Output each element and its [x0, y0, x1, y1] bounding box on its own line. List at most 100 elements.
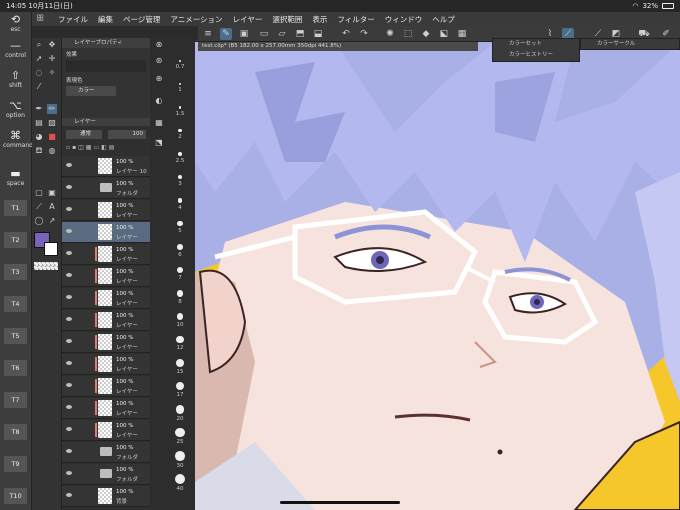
drawing-canvas[interactable] [195, 42, 680, 510]
layer-row[interactable]: 100 % レイヤー [62, 310, 150, 331]
menu-file[interactable]: ファイル [58, 14, 88, 25]
t4-key[interactable]: T4 [4, 296, 27, 312]
lasso-icon[interactable]: ◌ [34, 68, 44, 78]
visibility-eye-icon[interactable] [66, 207, 72, 211]
t10-key[interactable]: T10 [4, 488, 27, 504]
blend-mode-select[interactable]: 通常 [66, 130, 102, 139]
visibility-eye-icon[interactable] [66, 339, 72, 343]
brush-size-dot[interactable] [175, 428, 185, 438]
gradient-icon[interactable]: ◍ [47, 146, 57, 156]
new-file-icon[interactable]: ▭ [258, 28, 270, 40]
brush-size-dot[interactable] [176, 267, 184, 274]
color-mode-select[interactable]: カラー [66, 86, 116, 96]
effect-buttons[interactable] [66, 60, 146, 72]
layer-row[interactable]: 100 % レイヤー [62, 288, 150, 309]
menu-window[interactable]: ウィンドウ [385, 14, 423, 25]
frame-icon[interactable]: ▣ [47, 188, 57, 198]
panel-icon-1[interactable]: ⊛ [154, 56, 164, 66]
decoration-icon[interactable]: ■ [47, 132, 57, 142]
menu-help[interactable]: ヘルプ [432, 14, 455, 25]
open-file-icon[interactable]: ▱ [276, 28, 288, 40]
command-button[interactable]: ⌘ command [3, 130, 33, 150]
move-icon[interactable]: ✥ [47, 40, 57, 50]
t3-key[interactable]: T3 [4, 264, 27, 280]
ruler-tool-icon[interactable]: ⟋ [34, 202, 44, 212]
t2-key[interactable]: T2 [4, 232, 27, 248]
control-button[interactable]: — control [3, 40, 28, 60]
layer-row[interactable]: 100 % フォルダ [62, 464, 150, 485]
menu-edit[interactable]: 編集 [98, 14, 113, 25]
visibility-eye-icon[interactable] [66, 273, 72, 277]
t9-key[interactable]: T9 [4, 456, 27, 472]
brush-size-dot[interactable] [176, 336, 184, 344]
t6-key[interactable]: T6 [4, 360, 27, 376]
transparent-color-swatch[interactable] [34, 262, 58, 270]
panel-icon-5[interactable]: ⬔ [154, 138, 164, 148]
menu-page[interactable]: ページ管理 [123, 14, 160, 25]
option-button[interactable]: ⌥ option [3, 100, 28, 120]
menu-selection[interactable]: 選択範囲 [272, 14, 302, 25]
visibility-eye-icon[interactable] [66, 471, 72, 475]
t8-key[interactable]: T8 [4, 424, 27, 440]
visibility-eye-icon[interactable] [66, 185, 72, 189]
visibility-eye-icon[interactable] [66, 383, 72, 387]
panel-icon-2[interactable]: ⊕ [154, 74, 164, 84]
document-tab[interactable]: test.clip* (B5 182.00 x 257.00mm 350dpi … [198, 42, 478, 51]
pen-tool-icon[interactable]: ✎ [220, 28, 232, 40]
t1-key[interactable]: T1 [4, 200, 27, 216]
eraser-icon[interactable]: ▧ [47, 118, 57, 128]
layer-row[interactable]: 100 % フォルダ [62, 178, 150, 199]
menu-icon[interactable]: ≡ [202, 28, 214, 40]
selection-icon[interactable]: ⬕ [438, 28, 450, 40]
gallery-icon[interactable]: ▣ [238, 28, 250, 40]
visibility-eye-icon[interactable] [66, 163, 72, 167]
color-set-tab[interactable]: カラーセット [493, 39, 579, 50]
visibility-eye-icon[interactable] [66, 361, 72, 365]
layer-row[interactable]: 100 % レイヤー [62, 420, 150, 441]
panel-icon-4[interactable]: ▦ [154, 118, 164, 128]
layer-row[interactable]: 100 % レイヤー [62, 332, 150, 353]
menu-layer[interactable]: レイヤー [233, 14, 263, 25]
t5-key[interactable]: T5 [4, 328, 27, 344]
menu-view[interactable]: 表示 [312, 14, 327, 25]
shape-icon[interactable]: ▦ [456, 28, 468, 40]
brush-size-dot[interactable] [178, 106, 182, 109]
layer-row[interactable]: 100 % レイヤー [62, 244, 150, 265]
color-history-tab[interactable]: カラーヒストリー [493, 50, 579, 61]
opacity-slider[interactable]: 100 [108, 130, 146, 139]
brush-size-dot[interactable] [174, 474, 186, 485]
export-icon[interactable]: ⬓ [312, 28, 324, 40]
settings-icon[interactable]: ✺ [384, 28, 396, 40]
operation-icon[interactable]: ➚ [34, 54, 44, 64]
brush-icon[interactable]: ✏ [47, 104, 57, 114]
save-icon[interactable]: ⬒ [294, 28, 306, 40]
brush-size-dot[interactable] [176, 359, 184, 367]
layer-row[interactable]: 100 % レイヤー 10 [62, 156, 150, 177]
eyedropper-icon[interactable]: ⁄ [34, 82, 44, 92]
blend-icon[interactable]: ◕ [34, 132, 44, 142]
fill-tool-icon[interactable]: ⛾ [34, 146, 44, 156]
menu-animation[interactable]: アニメーション [170, 14, 222, 25]
fill-icon[interactable]: ◆ [420, 28, 432, 40]
space-button[interactable]: ▬ space [3, 168, 28, 188]
layer-row[interactable]: 100 % 背景 [62, 486, 150, 507]
brush-size-dot[interactable] [175, 451, 185, 461]
sub-color-swatch[interactable] [44, 242, 58, 256]
brush-size-dot[interactable] [178, 83, 182, 86]
esc-button[interactable]: ⟲ esc [3, 14, 28, 34]
layer-row[interactable]: 100 % フォルダ [62, 442, 150, 463]
app-logo-icon[interactable]: ꕥ [36, 14, 48, 24]
visibility-eye-icon[interactable] [66, 229, 72, 233]
airbrush-icon[interactable]: ▤ [34, 118, 44, 128]
figure-icon[interactable]: ▢ [34, 188, 44, 198]
visibility-eye-icon[interactable] [66, 493, 72, 497]
layer-row[interactable]: 100 % レイヤー [62, 354, 150, 375]
t7-key[interactable]: T7 [4, 392, 27, 408]
panel-close-icon[interactable]: ⊗ [154, 40, 164, 50]
brush-size-dot[interactable] [178, 129, 182, 133]
magic-wand-icon[interactable]: ✧ [47, 68, 57, 78]
visibility-eye-icon[interactable] [66, 251, 72, 255]
color-circle-tab[interactable]: カラーサークル [581, 39, 679, 50]
layer-action-icons[interactable]: ▫▪◫▦▭◧▤ [66, 144, 146, 152]
shift-button[interactable]: ⇧ shift [3, 70, 28, 90]
